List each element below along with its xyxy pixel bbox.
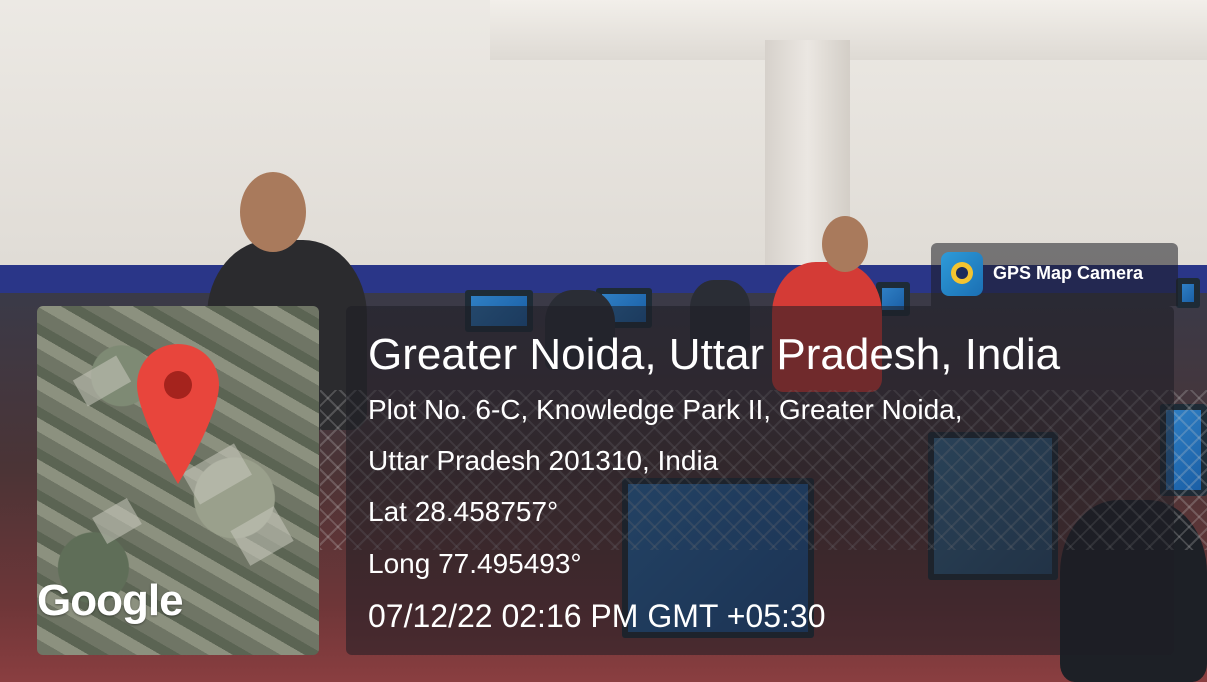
- gps-map-camera-icon: [941, 252, 983, 296]
- longitude: Long 77.495493°: [368, 548, 582, 579]
- latitude: Lat 28.458757°: [368, 496, 559, 527]
- app-badge-label: GPS Map Camera: [993, 263, 1144, 283]
- map-building: [72, 355, 132, 407]
- address-line-1: Plot No. 6-C, Knowledge Park II, Greater…: [368, 394, 963, 425]
- map-attribution: Google: [37, 576, 184, 625]
- monitor: [1176, 278, 1200, 308]
- person-head: [240, 172, 306, 252]
- map-thumbnail: Google: [37, 306, 319, 655]
- location-title: Greater Noida, Uttar Pradesh, India: [368, 330, 1061, 379]
- person-head: [822, 216, 868, 272]
- app-badge: GPS Map Camera: [931, 243, 1178, 306]
- address-line-2: Uttar Pradesh 201310, India: [368, 445, 719, 476]
- map-pin-icon: [137, 344, 219, 484]
- map-building: [230, 506, 294, 566]
- location-info-panel: Greater Noida, Uttar Pradesh, India Plot…: [346, 306, 1174, 655]
- map-building: [92, 498, 142, 544]
- timestamp: 07/12/22 02:16 PM GMT +05:30: [368, 598, 826, 634]
